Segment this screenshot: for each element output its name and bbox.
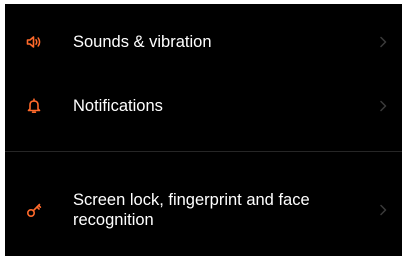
settings-item-notifications[interactable]: Notifications: [5, 80, 402, 132]
chevron-right-icon: [378, 203, 388, 217]
settings-item-label: Notifications: [73, 97, 163, 115]
key-icon: [26, 202, 42, 218]
chevron-right-icon: [378, 35, 388, 49]
bell-icon: [26, 98, 42, 114]
speaker-icon: [26, 34, 42, 50]
settings-screen: Sounds & vibration Notifications Screen …: [5, 4, 402, 256]
settings-item-label: Screen lock, fingerprint and face recogn…: [73, 191, 310, 229]
settings-item-sounds-vibration[interactable]: Sounds & vibration: [5, 16, 402, 68]
settings-item-label: Sounds & vibration: [73, 33, 212, 51]
chevron-right-icon: [378, 99, 388, 113]
settings-item-screen-lock[interactable]: Screen lock, fingerprint and face recogn…: [5, 176, 402, 244]
section-divider: [5, 151, 402, 152]
